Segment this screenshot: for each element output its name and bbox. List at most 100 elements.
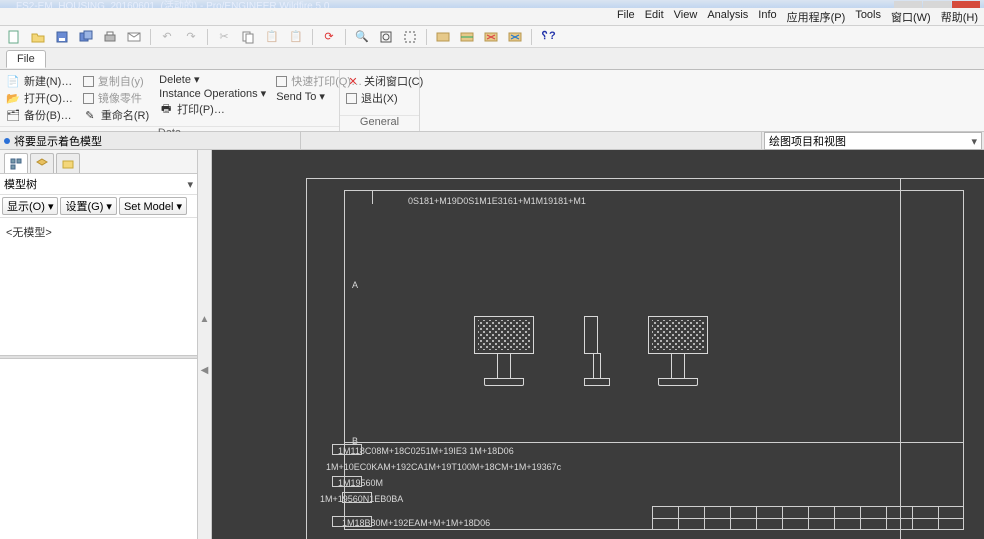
exit-label: 退出(X) [361, 90, 398, 106]
title-block-line [938, 506, 939, 530]
save-as-icon[interactable] [76, 28, 96, 46]
display-mode1-icon[interactable] [433, 28, 453, 46]
menu-edit[interactable]: Edit [645, 9, 664, 25]
status-text: 将要显示着色模型 [14, 133, 102, 149]
paste-icon[interactable]: 📋 [262, 28, 282, 46]
title-block-line [756, 506, 757, 530]
menu-applications[interactable]: 应用程序(P) [787, 9, 846, 25]
redo-icon[interactable]: ↷ [181, 28, 201, 46]
regenerate-icon[interactable]: ⟳ [319, 28, 339, 46]
repaint-icon[interactable] [400, 28, 420, 46]
menu-window[interactable]: 窗口(W) [891, 9, 931, 25]
backup-icon: 🗂 [6, 108, 20, 122]
title-block-line [808, 506, 809, 530]
tree-bottom [0, 359, 197, 539]
menu-info[interactable]: Info [758, 9, 776, 25]
drawing-canvas[interactable]: 0S181+M19D0S1M1E3161+M1M19181+M1 A B [212, 150, 984, 539]
set-combo[interactable]: 设置(G) ▾ [60, 197, 116, 215]
menu-analysis[interactable]: Analysis [707, 9, 748, 25]
paste-special-icon[interactable]: 📋 [286, 28, 306, 46]
rename-label: 重命名(R) [101, 107, 149, 123]
mail-icon[interactable] [124, 28, 144, 46]
separator [312, 29, 313, 45]
delete-menu[interactable]: Delete ▾ [159, 73, 266, 86]
title-block-line [782, 506, 783, 530]
menu-view[interactable]: View [674, 9, 698, 25]
text-box [332, 476, 362, 487]
copyfrom-label: 复制自(y) [98, 73, 144, 89]
setmodel-combo[interactable]: Set Model ▾ [119, 197, 187, 215]
title-block-line [860, 506, 861, 530]
backup-button[interactable]: 🗂 备份(B)… [6, 107, 73, 123]
title-block-line [678, 506, 679, 530]
maximize-button[interactable] [923, 1, 951, 8]
ribbon-tabs: File [0, 48, 984, 70]
menu-bar: File Edit View Analysis Info 应用程序(P) Too… [0, 8, 984, 26]
window-title: FS2-EM_HOUSING_20160601_(活动的) - Pro/ENGI… [16, 0, 893, 8]
open-icon[interactable] [28, 28, 48, 46]
checkbox-icon [346, 93, 357, 104]
canvas-gutter: ▲ ◀ [198, 150, 212, 539]
right-combo-label: 绘图项目和视图 [769, 133, 846, 149]
text-box [342, 492, 372, 503]
backup-label: 备份(B)… [24, 107, 72, 123]
checkbox-icon [276, 76, 287, 87]
tab-folder[interactable] [56, 153, 80, 173]
undo-icon[interactable]: ↶ [157, 28, 177, 46]
menu-help[interactable]: 帮助(H) [941, 9, 978, 25]
sendto-label: Send To ▾ [276, 90, 325, 103]
close-button[interactable] [952, 1, 980, 8]
rename-button[interactable]: ✎ 重命名(R) [83, 107, 149, 123]
show-label: 显示(O) ▾ [7, 198, 53, 214]
tree-empty-text: <无模型> [6, 227, 52, 239]
new-doc-icon[interactable] [4, 28, 24, 46]
display-mode3-icon[interactable] [481, 28, 501, 46]
ribbon: 📄新建(N)… 📂 打开(O)… 🗂 备份(B)… 复制自(y) 镜像零件 ✎ 重命名… [0, 70, 984, 132]
closewin-label: 关闭窗口(C) [364, 73, 423, 89]
drawing-view-side [584, 316, 610, 386]
checkbox-icon [83, 76, 94, 87]
arrow-left-icon[interactable]: ◀ [201, 365, 209, 376]
tab-layers[interactable] [30, 153, 54, 173]
copyfrom-button[interactable]: 复制自(y) [83, 73, 149, 89]
checkbox-icon [83, 93, 94, 104]
display-mode4-icon[interactable] [505, 28, 525, 46]
dropdown-arrow-icon[interactable]: ▾ [187, 178, 193, 191]
tree-title: 模型树 [4, 176, 37, 192]
separator [426, 29, 427, 45]
minimize-button[interactable] [894, 1, 922, 8]
print-icon[interactable] [100, 28, 120, 46]
exit-button[interactable]: 退出(X) [346, 90, 423, 106]
print-button[interactable]: 🖶打印(P)… [159, 101, 266, 117]
arrow-up-icon[interactable]: ▲ [200, 314, 210, 325]
open-label: 打开(O)… [24, 90, 73, 106]
open-folder-icon: 📂 [6, 91, 20, 105]
tree-toolbar: 显示(O) ▾ 设置(G) ▾ Set Model ▾ [0, 195, 197, 218]
main-toolbar: ↶ ↷ ✂ 📋 📋 ⟳ 🔍 ␦? [0, 26, 984, 48]
new-button[interactable]: 📄新建(N)… [6, 73, 73, 89]
display-mode2-icon[interactable] [457, 28, 477, 46]
zoom-window-icon[interactable]: 🔍 [352, 28, 372, 46]
drawing-border-right [900, 178, 984, 539]
help-pointer-icon[interactable]: ␦? [538, 28, 558, 46]
app-icon [4, 0, 16, 8]
rename-icon: ✎ [83, 108, 97, 122]
closewin-button[interactable]: ✕关闭窗口(C) [346, 73, 423, 89]
open-button[interactable]: 📂 打开(O)… [6, 90, 73, 106]
cut-icon[interactable]: ✂ [214, 28, 234, 46]
setmodel-label: Set Model ▾ [124, 200, 182, 213]
drawing-text-row: 1M118C08M+18C0251M+19IE3 1M+18D06 [338, 446, 514, 456]
status-dot-icon [4, 138, 10, 144]
file-tab[interactable]: File [6, 50, 46, 68]
print-label: 打印(P)… [177, 101, 225, 117]
mirror-button[interactable]: 镜像零件 [83, 90, 149, 106]
menu-file[interactable]: File [617, 9, 635, 25]
right-panel-combo[interactable]: 绘图项目和视图 ▾ [764, 132, 982, 150]
save-icon[interactable] [52, 28, 72, 46]
copy-icon[interactable] [238, 28, 258, 46]
menu-tools[interactable]: Tools [855, 9, 881, 25]
tab-tree[interactable] [4, 153, 28, 173]
instance-menu[interactable]: Instance Operations ▾ [159, 87, 266, 100]
show-combo[interactable]: 显示(O) ▾ [2, 197, 58, 215]
zoom-fit-icon[interactable] [376, 28, 396, 46]
